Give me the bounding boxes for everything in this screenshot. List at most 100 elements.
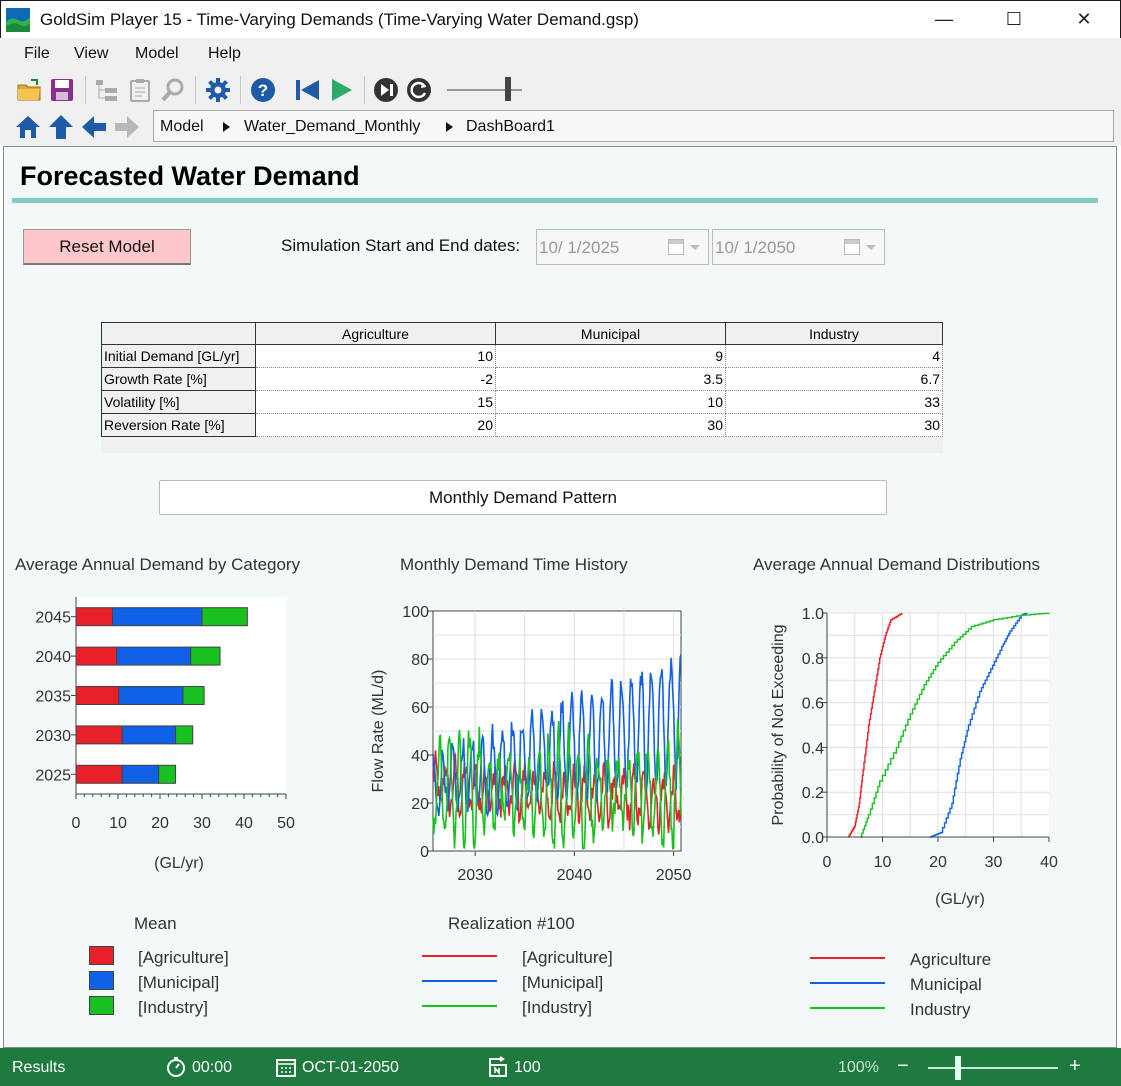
reset-run-icon[interactable] (405, 76, 433, 104)
legend-label-municipal: [Municipal] (138, 973, 220, 992)
up-arrow-icon[interactable] (47, 113, 75, 141)
play-icon[interactable] (327, 76, 355, 104)
help-icon[interactable]: ? (249, 76, 277, 104)
menu-help[interactable]: Help (208, 45, 241, 63)
x-tick-label-0: 0 (823, 854, 832, 871)
x-tick-label-10: 10 (874, 854, 892, 871)
open-folder-icon[interactable] (15, 76, 43, 104)
svg-text:?: ? (258, 81, 268, 100)
gear-icon[interactable] (204, 76, 232, 104)
bar-municipal-2025 (121, 764, 160, 784)
y-tick-label-2025: 2025 (35, 767, 71, 784)
bar-municipal-2035 (118, 686, 184, 705)
x-tick-label-0: 0 (72, 815, 81, 832)
search-icon[interactable] (159, 76, 187, 104)
menu-model[interactable]: Model (135, 45, 179, 63)
y-tick-label-20: 20 (411, 796, 429, 813)
speed-slider-thumb[interactable] (505, 77, 511, 101)
bar-industry-2030 (175, 725, 194, 745)
status-date: OCT-01-2050 (302, 1059, 399, 1076)
toolbar-separator (240, 76, 241, 104)
status-bar: Results 00:00 OCT-01-2050 100 100% − + (0, 1048, 1121, 1086)
status-mode: Results (12, 1059, 66, 1076)
navigation-bar: Model Water_Demand_Monthly DashBoard1 (0, 110, 1121, 146)
step-icon[interactable] (372, 76, 400, 104)
y-tick-label-100: 100 (402, 604, 429, 621)
y-tick-label-0.2: 0.2 (802, 785, 824, 802)
breadcrumb-arrow-icon[interactable] (223, 122, 230, 132)
menu-bar: File View Model Help (0, 38, 1121, 70)
menu-file[interactable]: File (24, 45, 50, 63)
charts-canvas: 204520402035203020250 10 20 30 40 50(GL/yr)02… (35, 597, 1058, 908)
zoom-in-button[interactable]: + (1069, 1055, 1081, 1078)
dashboard-panel: Forecasted Water Demand Reset Model Simu… (3, 146, 1117, 1048)
bar-industry-2025 (158, 764, 177, 784)
breadcrumb: Model Water_Demand_Monthly DashBoard1 (153, 110, 1114, 142)
bar-agriculture-2025 (75, 764, 123, 784)
clipboard-icon[interactable] (126, 76, 154, 104)
zoom-slider-thumb[interactable] (955, 1056, 961, 1080)
close-button[interactable]: ✕ (1049, 1, 1119, 37)
bar-industry-2040 (190, 646, 221, 666)
x-tick-label-2040: 2040 (557, 867, 593, 884)
bar-agriculture-2040 (75, 646, 118, 666)
goldsim-logo-icon (6, 8, 30, 32)
breadcrumb-arrow-icon[interactable] (446, 122, 453, 132)
y-tick-label-0.0: 0.0 (802, 830, 824, 847)
forward-arrow-icon[interactable] (113, 113, 141, 141)
bar-x-axis-label: (GL/yr) (154, 855, 204, 872)
rewind-icon[interactable] (293, 76, 321, 104)
x-tick-label-30: 30 (985, 854, 1003, 871)
x-tick-label-10: 10 (109, 815, 127, 832)
legend-line-agriculture (810, 957, 885, 959)
y-tick-label-0: 0 (420, 844, 429, 861)
y-tick-label-40: 40 (411, 748, 429, 765)
time-history-legend-title: Realization #100 (448, 914, 575, 933)
bar-industry-2045 (201, 607, 248, 627)
breadcrumb-model[interactable]: Model (160, 118, 204, 136)
calendar-icon (276, 1059, 296, 1077)
legend-label-agriculture: [Agriculture] (522, 948, 613, 967)
bar-industry-2035 (182, 686, 205, 705)
zoom-out-button[interactable]: − (897, 1055, 909, 1078)
zoom-level: 100% (838, 1059, 879, 1076)
menu-view[interactable]: View (74, 45, 108, 63)
y-tick-label-2040: 2040 (35, 649, 71, 666)
tree-view-icon[interactable] (93, 76, 121, 104)
toolbar: ? (0, 70, 1121, 110)
legend-label-agriculture: Agriculture (910, 950, 992, 969)
distribution-x-axis-label: (GL/yr) (935, 891, 985, 908)
x-tick-label-40: 40 (1040, 854, 1058, 871)
x-tick-label-50: 50 (277, 815, 295, 832)
y-tick-label-2035: 2035 (35, 689, 71, 706)
distribution-y-axis-label: Probability of Not Exceeding (770, 625, 787, 826)
bar-agriculture-2035 (75, 686, 120, 705)
legend-swatch-municipal (89, 971, 114, 990)
y-tick-label-0.4: 0.4 (802, 740, 824, 757)
legend-line-industry (422, 1005, 497, 1007)
status-realizations: 100 (514, 1059, 541, 1076)
maximize-button[interactable]: ☐ (979, 1, 1049, 37)
y-tick-label-2045: 2045 (35, 610, 71, 627)
home-icon[interactable] (14, 113, 42, 141)
y-tick-label-80: 80 (411, 652, 429, 669)
legend-line-industry (810, 1007, 885, 1009)
x-tick-label-20: 20 (929, 854, 947, 871)
x-tick-label-30: 30 (193, 815, 211, 832)
bar-legend-title: Mean (134, 914, 177, 933)
breadcrumb-water-demand-monthly[interactable]: Water_Demand_Monthly (244, 118, 420, 136)
save-icon[interactable] (48, 76, 76, 104)
legend-label-agriculture: [Agriculture] (138, 948, 229, 967)
zoom-slider-track[interactable] (928, 1067, 1058, 1069)
legend-swatch-industry (89, 996, 114, 1015)
y-tick-label-0.8: 0.8 (802, 651, 824, 668)
legend-line-municipal (810, 982, 885, 984)
x-tick-label-2050: 2050 (656, 867, 692, 884)
back-arrow-icon[interactable] (80, 113, 108, 141)
toolbar-separator (364, 76, 365, 104)
minimize-button[interactable]: — (909, 1, 979, 37)
x-tick-label-40: 40 (235, 815, 253, 832)
stopwatch-icon (167, 1057, 185, 1077)
breadcrumb-dashboard1[interactable]: DashBoard1 (466, 118, 555, 136)
legend-label-industry: [Industry] (522, 998, 592, 1017)
